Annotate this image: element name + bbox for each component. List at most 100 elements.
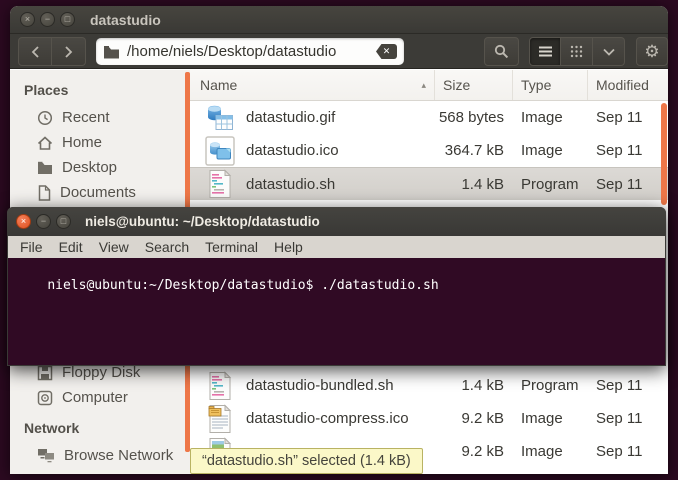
menu-terminal[interactable]: Terminal (197, 236, 266, 258)
gear-icon: ⚙ (644, 42, 659, 62)
file-type: Program (513, 377, 588, 394)
terminal-menubar: File Edit View Search Terminal Help (8, 236, 665, 258)
sidebar-item-desktop[interactable]: Desktop (10, 155, 190, 180)
file-name: datastudio.gif (246, 109, 335, 126)
terminal-title: niels@ubuntu: ~/Desktop/datastudio (85, 214, 320, 229)
file-size: 9.2 kB (435, 443, 513, 460)
back-button[interactable] (18, 37, 52, 66)
column-label: Type (521, 77, 551, 93)
search-button[interactable] (484, 37, 519, 66)
file-size: 364.7 kB (435, 142, 513, 159)
chevron-right-icon (64, 46, 73, 58)
sidebar-item-browse-network[interactable]: Browse Network (10, 443, 190, 468)
sort-ascending-icon: ▴ (421, 80, 426, 91)
file-manager-toolbar: /home/niels/Desktop/datastudio ✕ (10, 34, 668, 69)
sidebar-item-documents[interactable]: Documents (10, 180, 190, 205)
file-type: Image (513, 443, 588, 460)
file-name: datastudio.ico (246, 142, 339, 159)
file-row-datastudio-compress-ico[interactable]: datastudio-compress.ico 9.2 kB Image Sep… (190, 402, 668, 435)
window-title: datastudio (90, 12, 161, 28)
sidebar-item-recent[interactable]: Recent (10, 105, 190, 130)
file-row-datastudio-gif[interactable]: datastudio.gif 568 bytes Image Sep 11 (190, 101, 668, 134)
network-icon (37, 448, 55, 463)
maximize-button[interactable]: □ (56, 214, 71, 229)
file-size: 568 bytes (435, 109, 513, 126)
close-button[interactable]: × (20, 12, 35, 27)
file-type: Program (513, 176, 588, 193)
close-button[interactable]: × (16, 214, 31, 229)
location-bar[interactable]: /home/niels/Desktop/datastudio ✕ (96, 38, 404, 65)
menu-help[interactable]: Help (266, 236, 311, 258)
minimize-button[interactable]: − (36, 214, 51, 229)
document-icon (37, 185, 51, 201)
terminal-prompt-line: niels@ubuntu:~/Desktop/datastudio$ ./dat… (47, 278, 438, 293)
column-header-modified[interactable]: Modified (588, 70, 668, 100)
terminal-screen[interactable]: niels@ubuntu:~/Desktop/datastudio$ ./dat… (8, 258, 665, 365)
sidebar-item-label: Computer (62, 389, 128, 406)
file-modified: Sep 11 (588, 443, 668, 460)
grid-view-button[interactable] (561, 37, 593, 66)
sidebar-item-label: Recent (62, 109, 110, 126)
chevron-down-icon (603, 48, 615, 56)
location-path[interactable]: /home/niels/Desktop/datastudio (127, 43, 376, 60)
computer-icon (37, 390, 53, 406)
file-list-header: Name ▴ Size Type Modified (190, 70, 668, 101)
sidebar-item-home[interactable]: Home (10, 130, 190, 155)
chevron-left-icon (31, 46, 40, 58)
nav-button-group (18, 37, 86, 66)
sidebar-item-label: Home (62, 134, 102, 151)
view-toggle-group (529, 37, 625, 66)
column-header-name[interactable]: Name ▴ (190, 70, 435, 100)
floppy-icon (37, 365, 53, 381)
clear-location-icon[interactable]: ✕ (376, 44, 397, 59)
file-modified: Sep 11 (588, 176, 668, 193)
grid-view-icon (570, 45, 583, 58)
menu-file[interactable]: File (12, 236, 51, 258)
maximize-button[interactable]: □ (60, 12, 75, 27)
ico-document-icon (205, 404, 235, 434)
gif-thumbnail-icon (205, 103, 235, 133)
file-size: 9.2 kB (435, 410, 513, 427)
file-size: 1.4 kB (435, 377, 513, 394)
file-manager-titlebar: × − □ datastudio (10, 6, 668, 34)
column-label: Modified (596, 77, 649, 93)
terminal-titlebar: × − □ niels@ubuntu: ~/Desktop/datastudio (7, 207, 666, 236)
file-modified: Sep 11 (588, 410, 668, 427)
sidebar-item-computer[interactable]: Computer (10, 385, 190, 410)
home-icon (37, 135, 53, 151)
menu-edit[interactable]: Edit (51, 236, 91, 258)
file-name: datastudio.sh (246, 176, 335, 193)
file-type: Image (513, 109, 588, 126)
sidebar-bottom-group: Floppy Disk Computer Network Browse Netw… (10, 360, 190, 468)
network-header: Network (24, 420, 190, 436)
terminal-window: × − □ niels@ubuntu: ~/Desktop/datastudio… (7, 207, 666, 366)
file-row-datastudio-sh-selected[interactable]: datastudio.sh 1.4 kB Program Sep 11 (190, 167, 668, 200)
column-label: Name (200, 77, 237, 93)
file-type: Image (513, 410, 588, 427)
file-name: datastudio-bundled.sh (246, 377, 394, 394)
column-header-size[interactable]: Size (435, 70, 513, 100)
file-modified: Sep 11 (588, 142, 668, 159)
forward-button[interactable] (52, 37, 86, 66)
file-modified: Sep 11 (588, 377, 668, 394)
file-size: 1.4 kB (435, 176, 513, 193)
sidebar-item-label: Desktop (62, 159, 117, 176)
sidebar-item-label: Floppy Disk (62, 364, 140, 381)
view-options-dropdown[interactable] (593, 37, 625, 66)
gear-menu-button[interactable]: ⚙ (636, 37, 668, 66)
list-view-button[interactable] (529, 37, 561, 66)
file-type: Image (513, 142, 588, 159)
file-name: datastudio-compress.ico (246, 410, 409, 427)
shell-script-icon (205, 371, 235, 401)
minimize-button[interactable]: − (40, 12, 55, 27)
column-header-type[interactable]: Type (513, 70, 588, 100)
places-header: Places (24, 82, 190, 98)
shell-script-icon (205, 169, 235, 199)
menu-search[interactable]: Search (137, 236, 197, 258)
file-list-scrollbar[interactable] (661, 103, 667, 205)
selection-status-tooltip: “datastudio.sh” selected (1.4 kB) (190, 448, 423, 474)
file-row-datastudio-ico[interactable]: datastudio.ico 364.7 kB Image Sep 11 (190, 134, 668, 167)
menu-view[interactable]: View (91, 236, 137, 258)
file-modified: Sep 11 (588, 109, 668, 126)
file-row-datastudio-bundled-sh[interactable]: datastudio-bundled.sh 1.4 kB Program Sep… (190, 369, 668, 402)
